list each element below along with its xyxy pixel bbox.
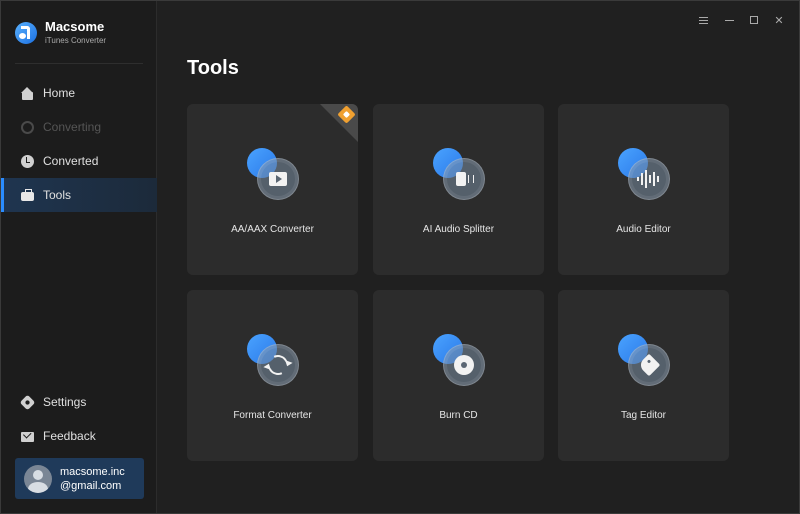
brand-divider	[15, 63, 143, 64]
waveform-icon	[618, 148, 670, 200]
sidebar-item-home[interactable]: Home	[1, 76, 157, 110]
sidebar-item-label: Converting	[43, 120, 102, 134]
tool-card-label: Burn CD	[439, 410, 478, 421]
sidebar: Macsome iTunes Converter Home Converting…	[1, 1, 157, 513]
tool-card-format-converter[interactable]: Format Converter	[187, 290, 358, 461]
tool-card-label: Tag Editor	[620, 410, 667, 421]
sidebar-bottom-nav: Settings Feedback	[1, 385, 157, 453]
account-email-line1: macsome.inc	[60, 465, 125, 478]
close-icon[interactable]: ✕	[772, 13, 786, 27]
sidebar-item-label: Converted	[43, 154, 99, 168]
minimize-icon[interactable]	[722, 13, 736, 27]
sidebar-item-label: Home	[43, 86, 76, 100]
page-title: Tools	[187, 57, 239, 79]
cd-icon	[433, 334, 485, 386]
tool-card-label: Audio Editor	[616, 224, 671, 235]
sidebar-item-feedback[interactable]: Feedback	[1, 419, 157, 453]
tool-card-audio-editor[interactable]: Audio Editor	[558, 104, 729, 275]
maximize-icon[interactable]	[747, 13, 761, 27]
audio-split-icon	[433, 148, 485, 200]
tool-card-ai-audio-splitter[interactable]: AI Audio Splitter	[373, 104, 544, 275]
sidebar-item-label: Tools	[43, 188, 72, 202]
sidebar-item-label: Settings	[43, 395, 87, 409]
converting-icon	[21, 120, 34, 134]
tool-card-aa-aax-converter[interactable]: AA/AAX Converter	[187, 104, 358, 275]
tool-card-label: Format Converter	[233, 410, 312, 421]
tag-icon	[618, 334, 670, 386]
sidebar-item-converted[interactable]: Converted	[1, 144, 157, 178]
account-email-line2: @gmail.com	[60, 479, 122, 492]
account-button[interactable]: macsome.inc @gmail.com	[15, 458, 144, 499]
brand: Macsome iTunes Converter	[15, 17, 106, 49]
sidebar-item-tools[interactable]: Tools	[1, 178, 157, 212]
convert-arrows-icon	[247, 334, 299, 386]
tool-card-tag-editor[interactable]: Tag Editor	[558, 290, 729, 461]
feedback-icon	[21, 430, 34, 443]
sidebar-item-converting: Converting	[1, 110, 157, 144]
converted-icon	[21, 154, 34, 168]
app-name: Macsome	[45, 19, 105, 34]
menu-icon[interactable]	[696, 13, 710, 27]
sidebar-item-label: Feedback	[43, 429, 96, 443]
app-subtitle: iTunes Converter	[45, 36, 107, 45]
home-icon	[21, 86, 34, 100]
settings-icon	[19, 394, 36, 410]
tool-card-label: AI Audio Splitter	[422, 224, 495, 235]
tool-card-burn-cd[interactable]: Burn CD	[373, 290, 544, 461]
app-window: Macsome iTunes Converter Home Converting…	[0, 0, 800, 514]
macsome-logo-icon	[15, 22, 37, 44]
tool-card-label: AA/AAX Converter	[231, 224, 314, 235]
corner-badge	[320, 104, 358, 142]
avatar	[24, 464, 52, 493]
play-video-icon	[247, 148, 299, 200]
sidebar-nav: Home Converting Converted Tools	[1, 76, 157, 212]
sidebar-item-settings[interactable]: Settings	[1, 385, 157, 419]
tools-icon	[21, 188, 34, 202]
